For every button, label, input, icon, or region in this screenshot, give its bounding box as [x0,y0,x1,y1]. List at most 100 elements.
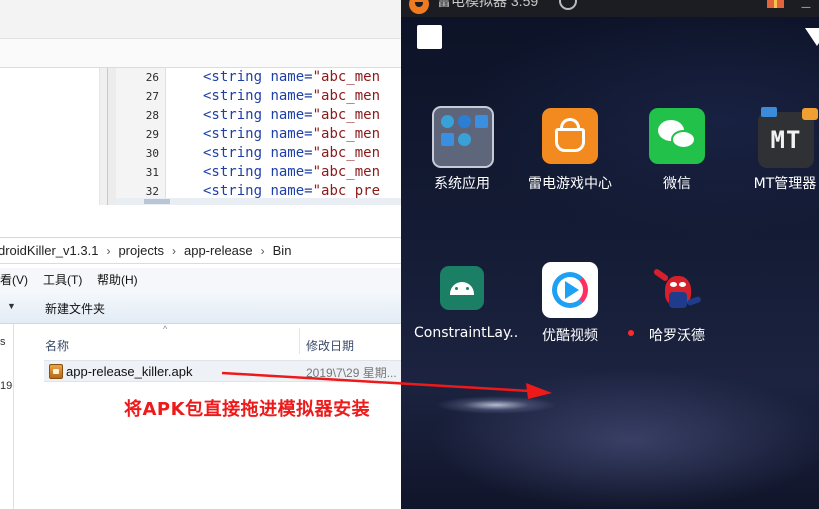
code-tag: <string [203,107,271,123]
emulator-title-bar[interactable]: 雷电模拟器 3.59 — [401,0,819,17]
app-system-apps[interactable]: 系统应用 [412,106,512,196]
spider-suit [669,292,687,308]
wifi-icon [805,28,819,46]
breadcrumb-separator-icon[interactable]: › [98,239,118,264]
app-label: 优酷视频 [542,328,598,344]
new-folder-button[interactable]: 新建文件夹 [45,300,105,317]
mt-badge-orange [802,108,818,120]
menu-view[interactable]: 看(V) [0,268,28,292]
code-tag: <string [203,183,271,199]
smiley-icon[interactable] [559,0,577,10]
emulator-window[interactable]: 雷电模拟器 3.59 — 系统应用 雷电游戏中心 微信 MT MT管理器 Con… [401,0,819,509]
column-header-date[interactable]: 修改日期 [306,337,354,354]
nav-item-fragment[interactable]: 19 [0,380,12,392]
emulator-title: 雷电模拟器 3.59 [437,0,539,9]
breadcrumb[interactable]: droidKiller_v1.3.1 › projects › app-release ›… [0,237,401,264]
project-tree-pane[interactable] [0,68,108,205]
download-mini-icon [458,133,471,146]
bubble-small [671,130,696,149]
mt-icon-text: MT [770,126,802,154]
line-number: 27 [145,90,159,103]
app-game-center[interactable]: 雷电游戏中心 [520,108,620,198]
code-attr: name= [270,126,313,142]
app-hello-world[interactable]: 哈罗沃德 [627,262,727,344]
minimize-icon[interactable]: — [801,2,811,13]
settings-mini-icon [441,115,454,128]
breadcrumb-item[interactable]: Bin [273,238,292,263]
column-header-name[interactable]: 名称 [45,337,69,354]
nav-item-fragment[interactable]: s [0,336,6,348]
code-attr: name= [270,69,313,85]
code-line: <string name="abc_men [203,163,380,182]
breadcrumb-separator-icon[interactable]: › [164,239,184,264]
breadcrumb-item[interactable]: app-release [184,238,253,263]
code-attr: name= [270,88,313,104]
code-string: "abc_men [312,88,381,104]
app-label: 雷电游戏中心 [528,176,612,192]
notification-square-icon [417,25,442,49]
code-string: "abc_men [312,69,381,85]
apk-file-icon [49,364,63,379]
browser-mini-icon [458,115,471,128]
line-number: 26 [145,71,159,84]
spider-eye [679,282,686,287]
menu-tools[interactable]: 工具(T) [43,268,82,292]
folder-icon [432,106,494,168]
app-label: 微信 [663,176,691,192]
code-string: "abc_men [312,126,381,142]
gift-icon[interactable] [767,0,784,8]
code-string: "abc pre [312,183,381,199]
code-attr: name= [270,183,313,199]
youku-icon [542,262,598,318]
code-attr: name= [270,164,313,180]
line-number: 28 [145,109,159,122]
code-tag: <string [203,69,271,85]
breadcrumb-separator-icon[interactable]: › [253,239,273,264]
bag-body [555,128,585,152]
explorer-top-gap [0,205,401,237]
app-label: 系统应用 [434,176,490,192]
pane-splitter[interactable] [108,68,116,205]
android-icon [440,266,484,310]
app-mt-manager[interactable]: MT MT管理器 [734,107,819,198]
mt-manager-icon: MT [758,107,818,168]
menu-help[interactable]: 帮助(H) [97,268,138,292]
app-label: MT管理器 [753,176,817,192]
app-wechat[interactable]: 微信 [627,108,727,198]
code-string: "abc_men [312,164,381,180]
tree-vertical-scrollbar[interactable] [99,68,107,205]
editor-address-band [0,39,401,68]
line-number: 31 [145,166,159,179]
files-mini-icon [475,115,488,128]
code-string: "abc_men [312,145,381,161]
file-date: 2019\7\29 星期... [306,366,397,380]
app-youku[interactable]: 优酷视频 [520,262,620,344]
scrollbar-thumb[interactable] [144,199,170,204]
code-line: <string name="abc_men [203,87,380,106]
code-editor-window: 26 27 28 29 30 31 32 <string name="abc_m… [0,0,401,205]
organize-dropdown-icon[interactable]: ▼ [7,301,16,311]
code-line: <string name="abc_men [203,106,380,125]
code-attr: name= [270,107,313,123]
navigation-pane[interactable]: s 19 [0,324,14,509]
app-label: 哈罗沃德 [649,328,705,344]
breadcrumb-item[interactable]: droidKiller_v1.3.1 [0,238,98,263]
mt-badge-blue [761,107,777,117]
file-row[interactable]: app-release_killer.apk 2019\7\29 星期... [44,360,401,382]
breadcrumb-item[interactable]: projects [118,238,164,263]
spiderman-icon [649,262,705,318]
file-name: app-release_killer.apk [66,364,193,379]
code-tag: <string [203,88,271,104]
code-tag: <string [203,126,271,142]
app-constraintlayout[interactable]: ConstraintLay.. [412,264,518,344]
code-line: <string name="abc_men [203,144,380,163]
code-attr: name= [270,145,313,161]
column-divider[interactable] [299,328,300,354]
code-line: <string name="abc_men [203,68,380,87]
sort-ascending-icon: ^ [163,324,168,334]
code-tag: <string [203,164,271,180]
line-number: 30 [145,147,159,160]
code-tag: <string [203,145,271,161]
code-string: "abc_men [312,107,381,123]
editor-horizontal-scrollbar[interactable] [116,198,401,205]
